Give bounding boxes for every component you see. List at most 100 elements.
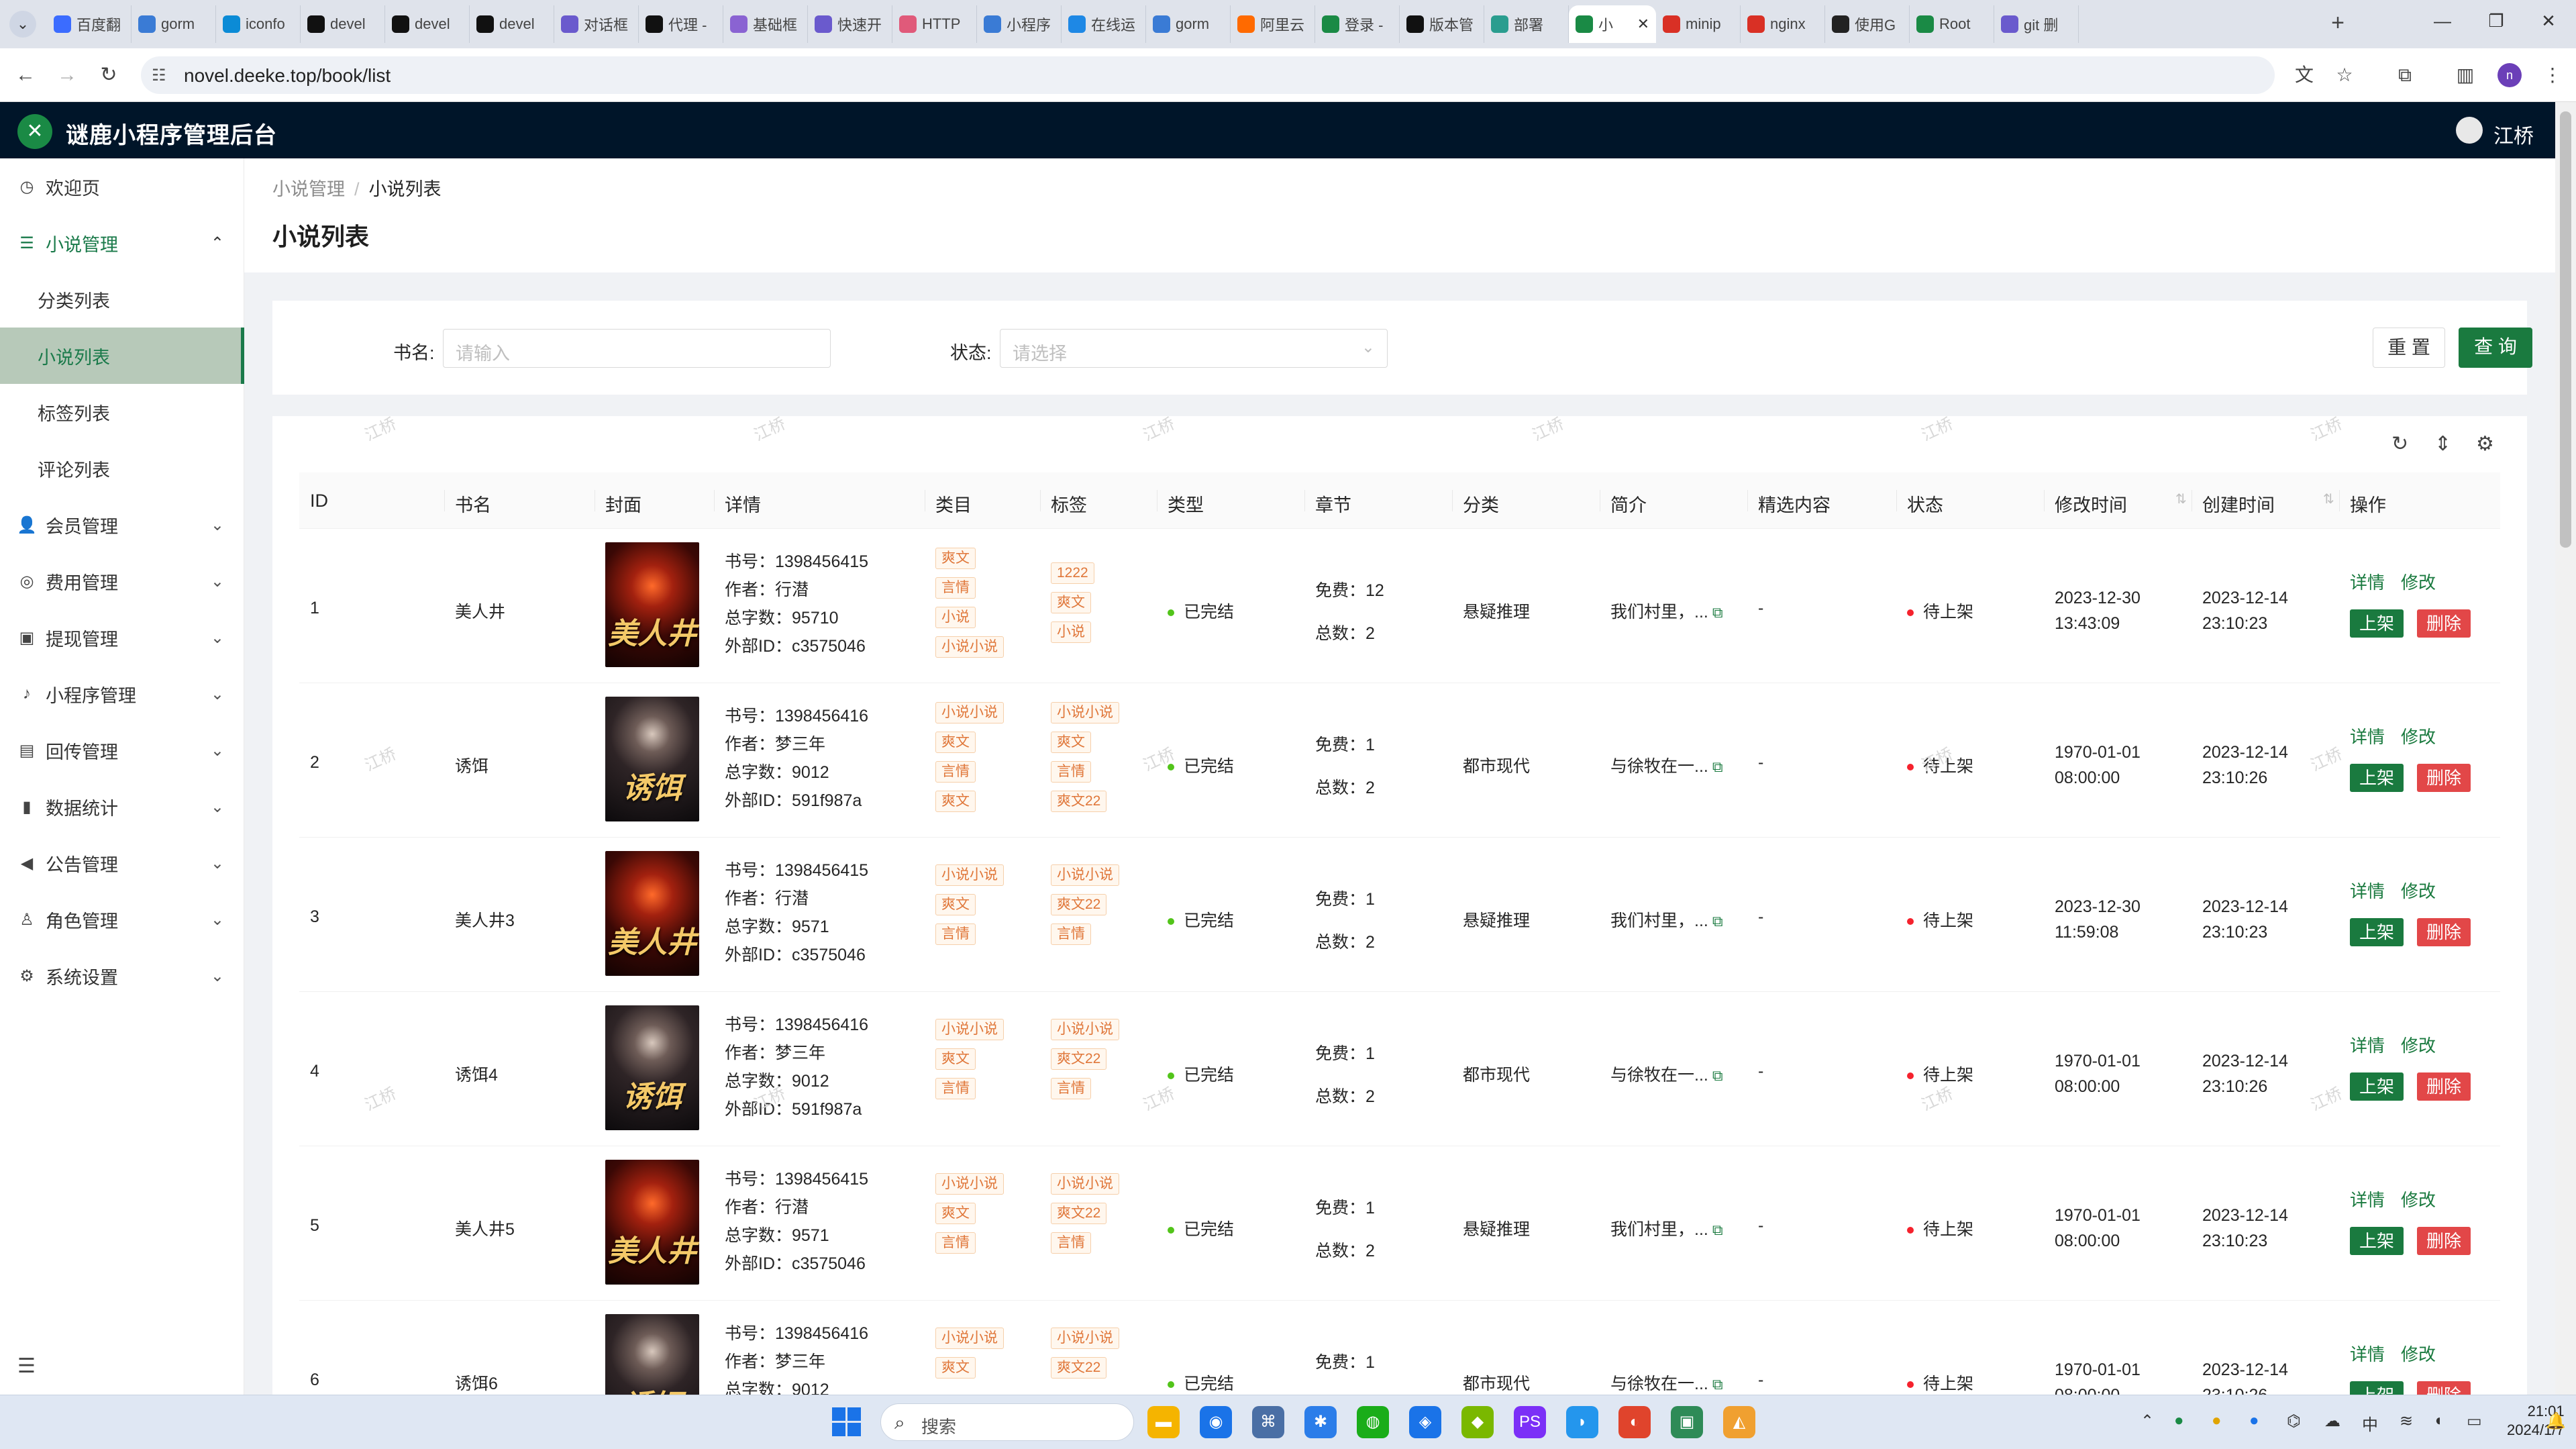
sidepanel-icon[interactable]: ▥ (2452, 62, 2479, 89)
refresh-icon[interactable]: ↻ (2391, 432, 2408, 456)
translate-icon[interactable]: 文 (2291, 62, 2318, 89)
browser-tab[interactable]: 小 ✕ (1569, 5, 1656, 43)
notification-bell-icon[interactable]: 🔔 (2546, 1411, 2566, 1431)
sidebar-item-tag-list[interactable]: 标签列表 (0, 384, 244, 440)
delete-button[interactable]: 删除 (2417, 1072, 2471, 1101)
tray-app-icon[interactable]: ● (2249, 1411, 2259, 1430)
delete-button[interactable]: 删除 (2417, 918, 2471, 946)
browser-tab[interactable]: Root (1910, 5, 1994, 43)
cloud-icon[interactable]: ☁ (2324, 1411, 2340, 1431)
edit-link[interactable]: 修改 (2401, 1187, 2436, 1211)
windows-start-icon[interactable] (832, 1407, 862, 1437)
network-tool-icon[interactable]: ⌘ (1252, 1406, 1284, 1438)
copy-icon[interactable]: ⧉ (1712, 913, 1723, 930)
taskbar-search[interactable]: ⌕ 搜索 (880, 1403, 1134, 1441)
browser-tab[interactable]: git 删 (1994, 5, 2079, 43)
edit-link[interactable]: 修改 (2401, 1032, 2436, 1057)
sidebar-item-settings[interactable]: ⚙ 系统设置 ⌄ (0, 948, 244, 1004)
copy-icon[interactable]: ⧉ (1712, 1221, 1723, 1238)
browser-tab[interactable]: devel (470, 5, 554, 43)
user-avatar[interactable] (2456, 117, 2483, 144)
delete-button[interactable]: 删除 (2417, 1227, 2471, 1255)
detail-link[interactable]: 详情 (2350, 723, 2385, 748)
browser-tab[interactable]: 代理 - (639, 5, 723, 43)
delete-button[interactable]: 删除 (2417, 609, 2471, 638)
docker-icon[interactable]: ◗ (1566, 1406, 1598, 1438)
phpstorm-icon[interactable]: PS (1514, 1406, 1546, 1438)
tray-expand-icon[interactable]: ⌃ (2141, 1411, 2154, 1431)
publish-button[interactable]: 上架 (2350, 609, 2404, 638)
sidebar-item-novel-mgmt[interactable]: ☰ 小说管理 ⌃ (0, 215, 244, 271)
browser-tab[interactable]: 小程序 (977, 5, 1062, 43)
publish-button[interactable]: 上架 (2350, 1227, 2404, 1255)
snipaste-icon[interactable]: ✱ (1304, 1406, 1337, 1438)
browser-tab[interactable]: gorm (132, 5, 216, 43)
user-name[interactable]: 江桥 (2493, 119, 2534, 149)
browser-tab[interactable]: 部署 (1484, 5, 1569, 43)
sidebar-item-welcome[interactable]: ◷ 欢迎页 (0, 158, 244, 215)
browser-menu-icon[interactable]: ⋮ (2539, 62, 2566, 89)
page-scrollbar[interactable] (2555, 102, 2576, 1395)
column-header[interactable]: 修改时间 (2055, 491, 2127, 517)
publish-button[interactable]: 上架 (2350, 918, 2404, 946)
wechat-icon[interactable]: ◍ (1357, 1406, 1389, 1438)
browser-tab[interactable]: 对话框 (554, 5, 639, 43)
detail-link[interactable]: 详情 (2350, 878, 2385, 903)
volume-icon[interactable]: ◖ (2433, 1411, 2443, 1430)
quark-icon[interactable]: ◆ (1461, 1406, 1494, 1438)
battery-icon[interactable]: ▭ (2467, 1411, 2482, 1431)
delete-button[interactable]: 删除 (2417, 1381, 2471, 1395)
app-10-icon[interactable]: ▣ (1671, 1406, 1703, 1438)
sidebar-item-notice-mgmt[interactable]: ◀ 公告管理 ⌄ (0, 835, 244, 891)
browser-tab[interactable]: iconfo (216, 5, 301, 43)
file-explorer-icon[interactable]: ▬ (1147, 1406, 1180, 1438)
browser-tab[interactable]: 阿里云 (1231, 5, 1315, 43)
profile-avatar[interactable]: n (2497, 63, 2522, 87)
sidebar-item-comment-list[interactable]: 评论列表 (0, 440, 244, 497)
sidebar-item-role-mgmt[interactable]: ♙ 角色管理 ⌄ (0, 891, 244, 948)
column-header[interactable]: 创建时间 (2202, 491, 2275, 517)
publish-button[interactable]: 上架 (2350, 1381, 2404, 1395)
detail-link[interactable]: 详情 (2350, 569, 2385, 594)
back-icon[interactable]: ← (11, 60, 40, 90)
sidebar-item-statistics[interactable]: ▮ 数据统计 ⌄ (0, 779, 244, 835)
extensions-icon[interactable]: ⧉ (2391, 62, 2418, 89)
status-select[interactable]: 请选择 ⌄ (1000, 329, 1388, 368)
window-close-icon[interactable]: ✕ (2535, 11, 2562, 32)
goland-icon[interactable]: ◭ (1723, 1406, 1755, 1438)
minimize-icon[interactable]: — (2429, 11, 2456, 32)
collapse-menu-icon[interactable]: ☰ (17, 1354, 36, 1378)
publish-button[interactable]: 上架 (2350, 1072, 2404, 1101)
book-name-input[interactable]: 请输入 (443, 329, 831, 368)
browser-tab[interactable]: 基础框 (723, 5, 808, 43)
sidebar-item-withdraw-mgmt[interactable]: ▣ 提现管理 ⌄ (0, 609, 244, 666)
tab-search-icon[interactable]: ⌄ (9, 11, 36, 38)
browser-tab[interactable]: 使用G (1825, 5, 1910, 43)
tab-close-icon[interactable]: ✕ (1637, 15, 1649, 33)
detail-link[interactable]: 详情 (2350, 1032, 2385, 1057)
input-method-icon[interactable]: 中 (2362, 1411, 2378, 1435)
sidebar-item-callback-mgmt[interactable]: ▤ 回传管理 ⌄ (0, 722, 244, 779)
copy-icon[interactable]: ⧉ (1712, 1376, 1723, 1393)
copy-icon[interactable]: ⧉ (1712, 604, 1723, 621)
copy-icon[interactable]: ⧉ (1712, 1067, 1723, 1084)
reload-icon[interactable]: ↻ (94, 60, 123, 90)
detail-link[interactable]: 详情 (2350, 1187, 2385, 1211)
settings-icon[interactable]: ⚙ (2476, 432, 2494, 456)
address-bar[interactable]: ☷ novel.deeke.top/book/list (141, 56, 2275, 94)
bookmark-star-icon[interactable]: ☆ (2331, 62, 2358, 89)
swift-icon[interactable]: ◐ (1618, 1406, 1651, 1438)
browser-tab[interactable]: gorm (1146, 5, 1231, 43)
reset-button[interactable]: 重 置 (2373, 328, 2445, 368)
browser-tab[interactable]: devel (301, 5, 385, 43)
new-tab-button[interactable]: + (2324, 9, 2351, 36)
chrome-icon[interactable]: ◉ (1200, 1406, 1232, 1438)
sort-icon[interactable]: ⇅ (2175, 491, 2187, 507)
browser-tab[interactable]: 登录 - (1315, 5, 1400, 43)
browser-tab[interactable]: 在线运 (1062, 5, 1146, 43)
browser-tab[interactable]: minip (1656, 5, 1741, 43)
sidebar-item-novel-list[interactable]: 小说列表 (0, 328, 244, 384)
sidebar-item-fee-mgmt[interactable]: ◎ 费用管理 ⌄ (0, 553, 244, 609)
browser-tab[interactable]: 百度翻 (47, 5, 132, 43)
publish-button[interactable]: 上架 (2350, 764, 2404, 792)
